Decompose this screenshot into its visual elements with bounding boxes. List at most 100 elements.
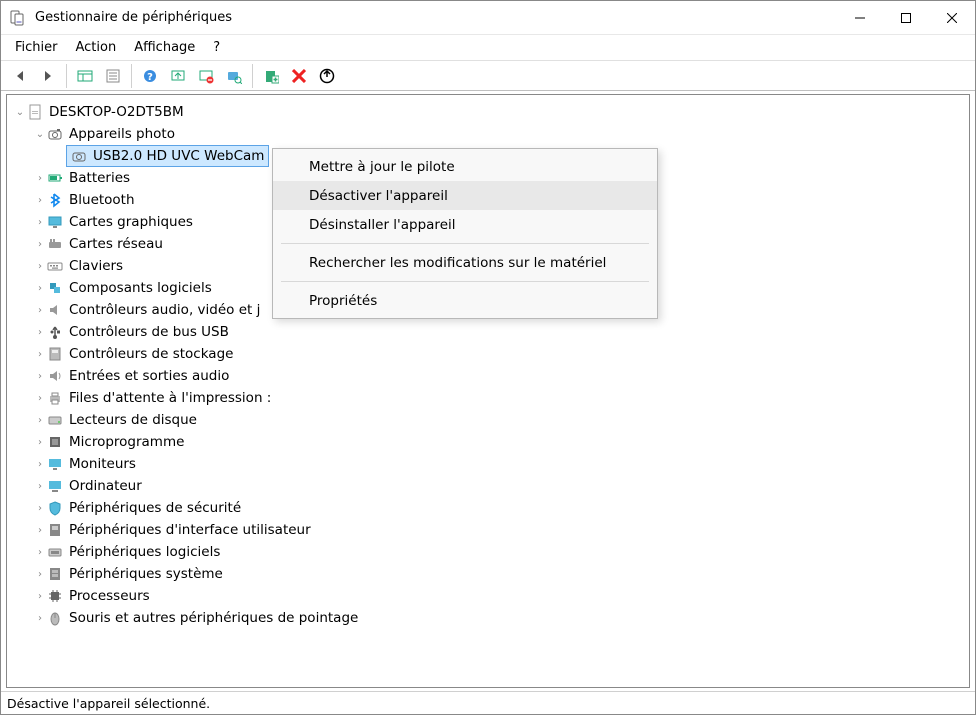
category-audio_io[interactable]: ›Entrées et sorties audio xyxy=(13,365,969,387)
ctx-separator xyxy=(281,243,649,244)
category-software_devices[interactable]: › Périphériques logiciels xyxy=(13,541,969,563)
expand-icon[interactable]: › xyxy=(33,349,47,360)
back-button[interactable] xyxy=(7,64,33,88)
batteries-icon xyxy=(47,170,63,186)
hid-icon xyxy=(47,522,63,538)
processors-icon xyxy=(47,588,63,604)
expand-icon[interactable]: › xyxy=(33,239,47,250)
ctx-disable-device[interactable]: Désactiver l'appareil xyxy=(273,181,657,210)
status-bar: Désactive l'appareil sélectionné. xyxy=(1,691,975,714)
disk_drives-icon xyxy=(47,412,63,428)
expand-icon[interactable]: › xyxy=(33,283,47,294)
category-label: Lecteurs de disque xyxy=(69,412,197,428)
category-firmware[interactable]: ›Microprogramme xyxy=(13,431,969,453)
root-label: DESKTOP-O2DT5BM xyxy=(49,104,184,120)
camera-icon xyxy=(71,148,87,164)
category-cameras[interactable]: ⌄ Appareils photo xyxy=(13,123,969,145)
category-print_queues[interactable]: ›Files d'attente à l'impression : xyxy=(13,387,969,409)
category-label: Contrôleurs de bus USB xyxy=(69,324,229,340)
properties-button[interactable] xyxy=(100,64,126,88)
menu-file[interactable]: Fichier xyxy=(7,37,66,58)
menu-view[interactable]: Affichage xyxy=(126,37,203,58)
expand-icon[interactable]: ⌄ xyxy=(13,107,27,118)
category-label: Périphériques logiciels xyxy=(69,544,220,560)
category-processors[interactable]: ›Processeurs xyxy=(13,585,969,607)
expand-icon[interactable]: › xyxy=(33,569,47,580)
window-title: Gestionnaire de périphériques xyxy=(35,10,232,25)
category-computer[interactable]: › Ordinateur xyxy=(13,475,969,497)
expand-icon[interactable]: › xyxy=(33,195,47,206)
remove-hardware-button[interactable] xyxy=(286,64,312,88)
expand-icon[interactable]: › xyxy=(33,591,47,602)
expand-icon[interactable]: › xyxy=(33,217,47,228)
status-text: Désactive l'appareil sélectionné. xyxy=(7,696,210,711)
expand-icon[interactable]: › xyxy=(33,525,47,536)
software_components-icon xyxy=(47,280,63,296)
close-button[interactable] xyxy=(929,1,975,34)
expand-icon[interactable]: › xyxy=(33,437,47,448)
ctx-properties[interactable]: Propriétés xyxy=(273,286,657,315)
usb-icon xyxy=(47,324,63,340)
category-mice[interactable]: ›Souris et autres périphériques de point… xyxy=(13,607,969,629)
expand-icon[interactable]: › xyxy=(33,481,47,492)
add-hardware-button[interactable] xyxy=(258,64,284,88)
help-button[interactable]: ? xyxy=(137,64,163,88)
ctx-update-driver[interactable]: Mettre à jour le pilote xyxy=(273,152,657,181)
content-pane: ⌄ DESKTOP-O2DT5BM ⌄ Appareils photo USB2… xyxy=(6,94,970,688)
category-label: Batteries xyxy=(69,170,130,186)
scan-hardware-button[interactable] xyxy=(221,64,247,88)
category-hid[interactable]: › Périphériques d'interface utilisateur xyxy=(13,519,969,541)
device-tree[interactable]: ⌄ DESKTOP-O2DT5BM ⌄ Appareils photo USB2… xyxy=(7,95,969,687)
print_queues-icon xyxy=(47,390,63,406)
expand-icon[interactable]: › xyxy=(33,613,47,624)
device-label: USB2.0 HD UVC WebCam xyxy=(93,148,264,164)
ctx-scan-hardware[interactable]: Rechercher les modifications sur le maté… xyxy=(273,248,657,277)
tree-root[interactable]: ⌄ DESKTOP-O2DT5BM xyxy=(13,101,969,123)
context-menu: Mettre à jour le pilote Désactiver l'app… xyxy=(272,148,658,319)
monitors-icon xyxy=(47,456,63,472)
expand-icon[interactable]: › xyxy=(33,393,47,404)
add-legacy-button[interactable] xyxy=(314,64,340,88)
category-label: Périphériques d'interface utilisateur xyxy=(69,522,311,538)
expand-icon[interactable]: › xyxy=(33,327,47,338)
computer-icon xyxy=(27,104,43,120)
bluetooth-icon xyxy=(47,192,63,208)
ctx-separator xyxy=(281,281,649,282)
expand-icon[interactable]: › xyxy=(33,261,47,272)
show-hide-console-tree-button[interactable] xyxy=(72,64,98,88)
expand-icon[interactable]: › xyxy=(33,415,47,426)
category-usb[interactable]: › Contrôleurs de bus USB xyxy=(13,321,969,343)
category-disk_drives[interactable]: › Lecteurs de disque xyxy=(13,409,969,431)
update-driver-button[interactable] xyxy=(165,64,191,88)
display-icon xyxy=(47,214,63,230)
software_devices-icon xyxy=(47,544,63,560)
category-label: Appareils photo xyxy=(69,126,175,142)
keyboards-icon xyxy=(47,258,63,274)
forward-button[interactable] xyxy=(35,64,61,88)
minimize-button[interactable] xyxy=(837,1,883,34)
expand-icon[interactable]: › xyxy=(33,371,47,382)
category-system[interactable]: ›Périphériques système xyxy=(13,563,969,585)
expand-icon[interactable]: › xyxy=(33,305,47,316)
ctx-uninstall-device[interactable]: Désinstaller l'appareil xyxy=(273,210,657,239)
menubar: Fichier Action Affichage ? xyxy=(1,35,975,61)
category-monitors[interactable]: › Moniteurs xyxy=(13,453,969,475)
category-label: Moniteurs xyxy=(69,456,136,472)
maximize-button[interactable] xyxy=(883,1,929,34)
uninstall-button[interactable] xyxy=(193,64,219,88)
category-label: Claviers xyxy=(69,258,123,274)
category-security[interactable]: ›Périphériques de sécurité xyxy=(13,497,969,519)
expand-icon[interactable]: ⌄ xyxy=(33,129,47,140)
expand-icon[interactable]: › xyxy=(33,547,47,558)
category-label: Ordinateur xyxy=(69,478,142,494)
menu-action[interactable]: Action xyxy=(68,37,125,58)
security-icon xyxy=(47,500,63,516)
sound_video-icon xyxy=(47,302,63,318)
category-storage[interactable]: ›Contrôleurs de stockage xyxy=(13,343,969,365)
menu-help[interactable]: ? xyxy=(205,37,228,58)
expand-icon[interactable]: › xyxy=(33,459,47,470)
expand-icon[interactable]: › xyxy=(33,503,47,514)
expand-icon[interactable]: › xyxy=(33,173,47,184)
network-icon xyxy=(47,236,63,252)
titlebar: Gestionnaire de périphériques xyxy=(1,1,975,35)
